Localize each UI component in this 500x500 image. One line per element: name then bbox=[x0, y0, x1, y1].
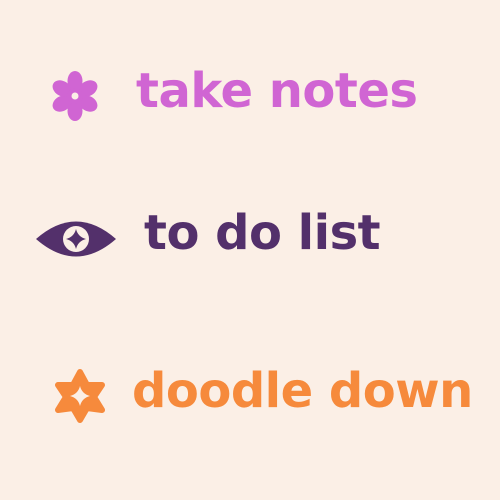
list-item-to-do-list: to do list bbox=[0, 195, 500, 275]
doodle-down-label: doodle down bbox=[132, 363, 473, 419]
to-do-list-label: to do list bbox=[144, 205, 381, 261]
flower-icon bbox=[52, 71, 98, 121]
eye-icon bbox=[36, 221, 116, 257]
list-item-doodle-down: doodle down bbox=[0, 352, 500, 432]
take-notes-label: take notes bbox=[136, 63, 418, 119]
star-badge-icon bbox=[55, 369, 105, 423]
list-item-take-notes: take notes bbox=[0, 52, 500, 132]
